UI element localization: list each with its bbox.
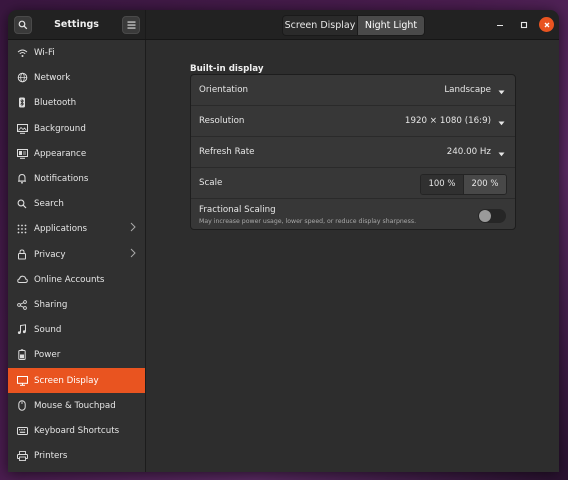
sidebar-item-label: Keyboard Shortcuts bbox=[34, 425, 120, 436]
sidebar-item-label: Privacy bbox=[34, 249, 66, 260]
menu-button[interactable] bbox=[122, 16, 140, 34]
scale-label: Scale bbox=[199, 178, 223, 188]
scale-selector: 100 % 200 % bbox=[420, 174, 507, 195]
sidebar-item-label: Sound bbox=[34, 324, 62, 335]
section-title: Built-in display bbox=[190, 64, 264, 74]
minimize-icon bbox=[496, 24, 503, 26]
dropdown-arrow-icon[interactable] bbox=[498, 150, 505, 160]
cloud-icon bbox=[16, 274, 28, 286]
fractional-scaling-description: May increase power usage, lower speed, o… bbox=[199, 218, 417, 225]
sidebar-header: Settings bbox=[8, 10, 146, 39]
sidebar-item-network[interactable]: Network bbox=[8, 65, 145, 90]
search-icon bbox=[16, 198, 28, 210]
keyboard-icon bbox=[16, 425, 28, 437]
dropdown-arrow-icon[interactable] bbox=[498, 88, 505, 98]
scale-row: Scale 100 % 200 % bbox=[191, 168, 515, 199]
music-note-icon bbox=[16, 324, 28, 336]
sidebar: Wi-Fi Network Bluetooth Background Appea… bbox=[8, 40, 146, 472]
sidebar-item-notifications[interactable]: Notifications bbox=[8, 166, 145, 191]
chevron-right-icon bbox=[130, 222, 136, 235]
sidebar-item-label: Applications bbox=[34, 223, 88, 234]
sidebar-item-keyboard-shortcuts[interactable]: Keyboard Shortcuts bbox=[8, 418, 145, 443]
refresh-rate-label: Refresh Rate bbox=[199, 147, 255, 157]
appearance-icon bbox=[16, 148, 28, 160]
search-icon bbox=[18, 20, 28, 30]
sidebar-item-sound[interactable]: Sound bbox=[8, 317, 145, 342]
refresh-rate-row[interactable]: Refresh Rate 240.00 Hz bbox=[191, 137, 515, 168]
resolution-label: Resolution bbox=[199, 116, 245, 126]
sidebar-item-wifi[interactable]: Wi-Fi bbox=[8, 40, 145, 65]
sidebar-item-label: Appearance bbox=[34, 148, 87, 159]
printer-icon bbox=[16, 450, 28, 462]
sidebar-item-label: Notifications bbox=[34, 173, 89, 184]
bluetooth-icon bbox=[16, 97, 28, 109]
toggle-knob bbox=[479, 210, 491, 222]
sidebar-item-label: Network bbox=[34, 72, 71, 83]
main-content: Built-in display Orientation Landscape R… bbox=[146, 40, 559, 472]
sidebar-item-label: Search bbox=[34, 198, 64, 209]
apps-grid-icon bbox=[16, 223, 28, 235]
sidebar-item-sharing[interactable]: Sharing bbox=[8, 292, 145, 317]
sidebar-item-privacy[interactable]: Privacy bbox=[8, 242, 145, 267]
orientation-row[interactable]: Orientation Landscape bbox=[191, 75, 515, 106]
sidebar-item-applications[interactable]: Applications bbox=[8, 216, 145, 241]
sidebar-item-mouse-touchpad[interactable]: Mouse & Touchpad bbox=[8, 393, 145, 418]
background-icon bbox=[16, 123, 28, 135]
sidebar-item-screen-display[interactable]: Screen Display bbox=[8, 368, 145, 393]
mouse-icon bbox=[16, 400, 28, 412]
settings-window: Settings Screen Display Night Light Wi-F… bbox=[8, 10, 559, 472]
sidebar-item-power[interactable]: Power bbox=[8, 342, 145, 367]
fractional-scaling-label: Fractional Scaling bbox=[199, 205, 276, 215]
search-button[interactable] bbox=[14, 16, 32, 34]
orientation-value[interactable]: Landscape bbox=[444, 75, 491, 105]
hamburger-menu-icon bbox=[127, 21, 135, 29]
sidebar-item-bluetooth[interactable]: Bluetooth bbox=[8, 90, 145, 115]
header-bar: Settings Screen Display Night Light bbox=[8, 10, 559, 40]
sidebar-item-appearance[interactable]: Appearance bbox=[8, 141, 145, 166]
sidebar-item-printers[interactable]: Printers bbox=[8, 443, 145, 468]
maximize-icon bbox=[520, 21, 527, 28]
window-title: Settings bbox=[54, 19, 99, 30]
sidebar-item-label: Bluetooth bbox=[34, 97, 77, 108]
network-icon bbox=[16, 72, 28, 84]
sidebar-item-label: Online Accounts bbox=[34, 274, 105, 285]
scale-200-button[interactable]: 200 % bbox=[463, 175, 506, 194]
maximize-button[interactable] bbox=[516, 17, 531, 32]
sidebar-item-label: Power bbox=[34, 349, 61, 360]
refresh-rate-value[interactable]: 240.00 Hz bbox=[447, 137, 491, 167]
fractional-scaling-row: Fractional Scaling May increase power us… bbox=[191, 199, 515, 229]
orientation-label: Orientation bbox=[199, 85, 249, 95]
power-icon bbox=[16, 349, 28, 361]
wifi-icon bbox=[16, 47, 28, 59]
fractional-scaling-toggle[interactable] bbox=[478, 209, 506, 223]
privacy-icon bbox=[16, 249, 28, 261]
share-icon bbox=[16, 299, 28, 311]
display-settings-panel: Orientation Landscape Resolution 1920 × … bbox=[190, 74, 516, 230]
minimize-button[interactable] bbox=[492, 17, 507, 32]
tab-night-light[interactable]: Night Light bbox=[357, 16, 424, 35]
sidebar-item-label: Wi-Fi bbox=[34, 47, 55, 58]
sidebar-item-label: Screen Display bbox=[34, 375, 99, 386]
sidebar-item-background[interactable]: Background bbox=[8, 116, 145, 141]
view-switcher: Screen Display Night Light bbox=[282, 15, 425, 36]
sidebar-item-label: Printers bbox=[34, 450, 68, 461]
scale-100-button[interactable]: 100 % bbox=[421, 175, 463, 194]
sidebar-item-search[interactable]: Search bbox=[8, 191, 145, 216]
close-button[interactable] bbox=[539, 17, 554, 32]
close-icon bbox=[544, 22, 549, 27]
dropdown-arrow-icon[interactable] bbox=[498, 119, 505, 129]
sidebar-item-label: Sharing bbox=[34, 299, 68, 310]
sidebar-item-label: Background bbox=[34, 123, 86, 134]
bell-icon bbox=[16, 173, 28, 185]
sidebar-item-label: Mouse & Touchpad bbox=[34, 400, 116, 411]
sidebar-item-online-accounts[interactable]: Online Accounts bbox=[8, 267, 145, 292]
tab-screen-display[interactable]: Screen Display bbox=[283, 16, 357, 35]
resolution-value[interactable]: 1920 × 1080 (16:9) bbox=[405, 106, 491, 136]
chevron-right-icon bbox=[130, 248, 136, 261]
display-icon bbox=[16, 375, 28, 387]
resolution-row[interactable]: Resolution 1920 × 1080 (16:9) bbox=[191, 106, 515, 137]
